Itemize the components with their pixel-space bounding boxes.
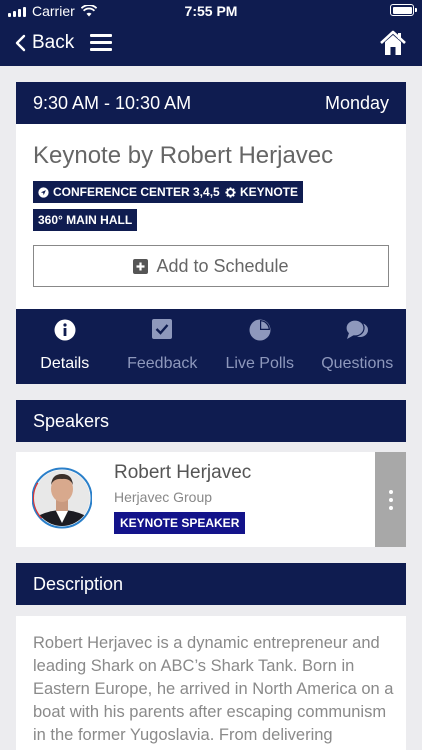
battery-icon	[390, 4, 417, 16]
hall-tag[interactable]: 360° MAIN HALL	[33, 209, 138, 231]
location-tag-label: CONFERENCE CENTER 3,4,5	[53, 185, 220, 199]
hall-tag-label: 360° MAIN HALL	[38, 213, 133, 227]
tab-details-label: Details	[40, 355, 90, 372]
navigation-bar: Back	[0, 22, 422, 66]
speaker-name: Robert Herjavec	[114, 462, 252, 483]
description-header: Description	[16, 563, 406, 605]
add-to-schedule-button[interactable]: Add to Schedule	[33, 245, 389, 287]
session-tabs: Details Feedback Live Polls Questions	[16, 309, 406, 384]
tab-feedback[interactable]: Feedback	[114, 309, 212, 384]
chevron-left-icon	[15, 34, 26, 52]
track-tag[interactable]: KEYNOTE	[220, 181, 304, 203]
description-card: Robert Herjavec is a dynamic entrepreneu…	[16, 616, 406, 750]
home-icon	[380, 30, 406, 55]
checkbox-icon	[152, 319, 173, 339]
chat-bubbles-icon	[345, 319, 369, 339]
session-card: Keynote by Robert Herjavec CONFERENCE CE…	[16, 124, 406, 309]
session-time-bar: 9:30 AM - 10:30 AM Monday	[16, 82, 406, 124]
session-title: Keynote by Robert Herjavec	[33, 142, 334, 169]
session-day: Monday	[324, 93, 389, 113]
speaker-role-badge: KEYNOTE SPEAKER	[114, 512, 246, 534]
description-text: Robert Herjavec is a dynamic entrepreneu…	[33, 634, 394, 750]
tab-live-polls-label: Live Polls	[225, 355, 294, 372]
tab-questions[interactable]: Questions	[309, 309, 407, 384]
back-label: Back	[32, 32, 75, 53]
home-button[interactable]	[380, 30, 406, 61]
tab-live-polls[interactable]: Live Polls	[211, 309, 309, 384]
more-options-button[interactable]	[375, 452, 406, 547]
pie-chart-icon	[249, 319, 271, 341]
tab-details[interactable]: Details	[16, 309, 114, 384]
status-time: 7:55 PM	[184, 3, 238, 19]
hamburger-menu-icon[interactable]	[90, 34, 112, 52]
track-tag-label: KEYNOTE	[240, 185, 299, 199]
status-right	[390, 4, 417, 16]
location-arrow-icon	[38, 186, 49, 198]
tab-questions-label: Questions	[321, 355, 394, 372]
speaker-avatar	[32, 467, 92, 529]
info-icon	[54, 319, 76, 341]
session-time-range: 9:30 AM - 10:30 AM	[33, 93, 192, 113]
gear-icon	[225, 186, 236, 198]
tab-feedback-label: Feedback	[127, 355, 198, 372]
plus-square-icon	[133, 258, 149, 274]
status-bar: Carrier 7:55 PM	[0, 0, 422, 22]
add-to-schedule-label: Add to Schedule	[156, 255, 289, 276]
speaker-card[interactable]: Robert Herjavec Herjavec Group KEYNOTE S…	[16, 452, 406, 547]
location-tag[interactable]: CONFERENCE CENTER 3,4,5	[33, 181, 225, 203]
speaker-organization: Herjavec Group	[114, 489, 213, 505]
speakers-header: Speakers	[16, 400, 406, 442]
back-button[interactable]: Back	[14, 30, 74, 56]
